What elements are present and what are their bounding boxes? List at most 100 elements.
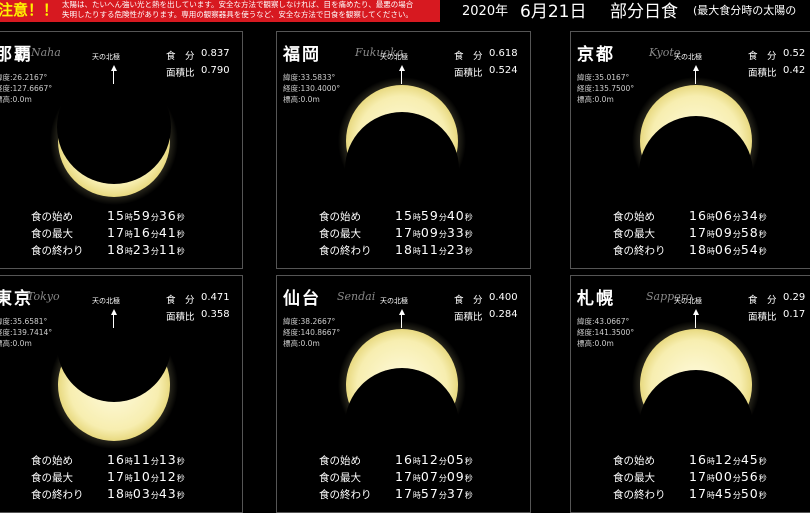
north-arrow-icon [399, 65, 405, 71]
page-title: 部分日食 [610, 2, 678, 22]
eclipsed-sun [338, 77, 466, 205]
city-roman-name: Tokyo [27, 290, 60, 303]
latitude: 緯度:38.2667° [283, 317, 336, 326]
begin-label: 食の始め [613, 211, 655, 223]
celestial-north-label: 天の北極 [92, 297, 120, 305]
altitude: 標高:0.0m [0, 95, 32, 104]
max-label: 食の最大 [613, 472, 655, 484]
end-time: 18時11分23秒 [395, 242, 473, 257]
city-panel-sapporo: 札幌 Sapporo 緯度:43.0667° 経度:141.3500° 標高:0… [570, 275, 810, 513]
max-time: 17時09分58秒 [689, 225, 767, 240]
eclipsed-sun [632, 321, 760, 449]
sun-disk [346, 329, 458, 441]
max-label: 食の最大 [31, 472, 73, 484]
begin-label: 食の始め [31, 455, 73, 467]
sun-disk [346, 85, 458, 197]
altitude: 標高:0.0m [283, 95, 320, 104]
max-label: 食の最大 [613, 228, 655, 240]
begin-time: 16時06分34秒 [689, 208, 767, 223]
latitude: 緯度:35.0167° [577, 73, 630, 82]
magnitude-value: 0.52 [783, 48, 806, 59]
obscuration-value: 0.524 [489, 65, 518, 76]
max-time: 17時10分12秒 [107, 469, 185, 484]
longitude: 経度:135.7500° [577, 84, 635, 93]
warning-line-2: 失明したりする危険性があります。専用の観察器具を使うなど、安全な方法で日食を観察… [62, 10, 413, 19]
city-panel-kyoto: 京都 Kyoto 緯度:35.0167° 経度:135.7500° 標高:0.0… [570, 31, 810, 269]
end-label: 食の終わり [613, 245, 666, 257]
north-arrow-icon [111, 309, 117, 315]
magnitude-value: 0.471 [201, 292, 230, 303]
begin-label: 食の始め [613, 455, 655, 467]
warning-line-1: 太陽は、たいへん強い光と熱を出しています。安全な方法で観察しなければ、目を痛めた… [62, 0, 414, 9]
max-label: 食の最大 [319, 472, 361, 484]
end-time: 18時23分11秒 [107, 242, 185, 257]
longitude: 経度:141.3500° [577, 328, 635, 337]
north-arrow-icon [693, 65, 699, 71]
city-roman-name: Sendai [337, 290, 376, 303]
city-panel-naha: 那覇 Naha 緯度:26.2167° 経度:127.6667° 標高:0.0m… [0, 31, 243, 269]
city-name: 京都 [577, 45, 615, 65]
obscuration-value: 0.790 [201, 65, 230, 76]
page-subtitle: (最大食分時の太陽の [693, 4, 797, 17]
magnitude-label: 食 分 [748, 51, 777, 62]
max-time: 17時07分09秒 [395, 469, 473, 484]
north-arrow-icon [693, 309, 699, 315]
magnitude-label: 食 分 [166, 51, 195, 62]
title-date: 6月21日 [520, 2, 587, 22]
warning-label: 注意！！ [0, 1, 59, 19]
longitude: 経度:127.6667° [0, 84, 53, 93]
max-time: 17時00分56秒 [689, 469, 767, 484]
end-time: 17時57分37秒 [395, 486, 473, 501]
end-time: 18時06分54秒 [689, 242, 767, 257]
begin-time: 16時11分13秒 [107, 452, 185, 467]
begin-label: 食の始め [31, 211, 73, 223]
city-panel-tokyo: 東京 Tokyo 緯度:35.6581° 経度:139.7414° 標高:0.0… [0, 275, 243, 513]
altitude: 標高:0.0m [577, 95, 614, 104]
altitude: 標高:0.0m [283, 339, 320, 348]
obscuration-value: 0.17 [783, 309, 806, 320]
obscuration-value: 0.284 [489, 309, 518, 320]
max-label: 食の最大 [319, 228, 361, 240]
end-label: 食の終わり [319, 245, 372, 257]
magnitude-value: 0.29 [783, 292, 806, 303]
magnitude-label: 食 分 [166, 295, 195, 306]
celestial-north-label: 天の北極 [380, 297, 408, 305]
end-label: 食の終わり [31, 489, 84, 501]
sun-disk [640, 329, 752, 441]
latitude: 緯度:33.5833° [283, 73, 336, 82]
city-name: 那覇 [0, 45, 33, 65]
celestial-north-label: 天の北極 [674, 297, 702, 305]
sun-disk [58, 329, 170, 441]
magnitude-label: 食 分 [748, 295, 777, 306]
magnitude-label: 食 分 [454, 51, 483, 62]
longitude: 経度:140.8667° [283, 328, 341, 337]
magnitude-label: 食 分 [454, 295, 483, 306]
latitude: 緯度:26.2167° [0, 73, 48, 82]
begin-time: 15時59分40秒 [395, 208, 473, 223]
north-arrow-icon [399, 309, 405, 315]
end-label: 食の終わり [319, 489, 372, 501]
header-bar: 注意！！ 太陽は、たいへん強い光と熱を出しています。安全な方法で観察しなければ、… [0, 0, 810, 26]
max-label: 食の最大 [31, 228, 73, 240]
longitude: 経度:130.4000° [283, 84, 341, 93]
obscuration-value: 0.358 [201, 309, 230, 320]
warning-text: 太陽は、たいへん強い光と熱を出しています。安全な方法で観察しなければ、目を痛めた… [62, 0, 413, 20]
altitude: 標高:0.0m [577, 339, 614, 348]
sun-disk [58, 85, 170, 197]
max-time: 17時09分33秒 [395, 225, 473, 240]
longitude: 経度:139.7414° [0, 328, 53, 337]
begin-label: 食の始め [319, 455, 361, 467]
north-arrow-icon [111, 65, 117, 71]
magnitude-value: 0.400 [489, 292, 518, 303]
celestial-north-label: 天の北極 [674, 53, 702, 61]
eclipsed-sun [632, 77, 760, 205]
title-year: 2020年 [462, 4, 509, 19]
city-panel-sendai: 仙台 Sendai 緯度:38.2667° 経度:140.8667° 標高:0.… [276, 275, 531, 513]
end-time: 18時03分43秒 [107, 486, 185, 501]
altitude: 標高:0.0m [0, 339, 32, 348]
city-name: 札幌 [577, 289, 615, 309]
latitude: 緯度:43.0667° [577, 317, 630, 326]
city-name: 福岡 [283, 45, 321, 65]
eclipsed-sun [50, 77, 178, 205]
magnitude-value: 0.837 [201, 48, 230, 59]
